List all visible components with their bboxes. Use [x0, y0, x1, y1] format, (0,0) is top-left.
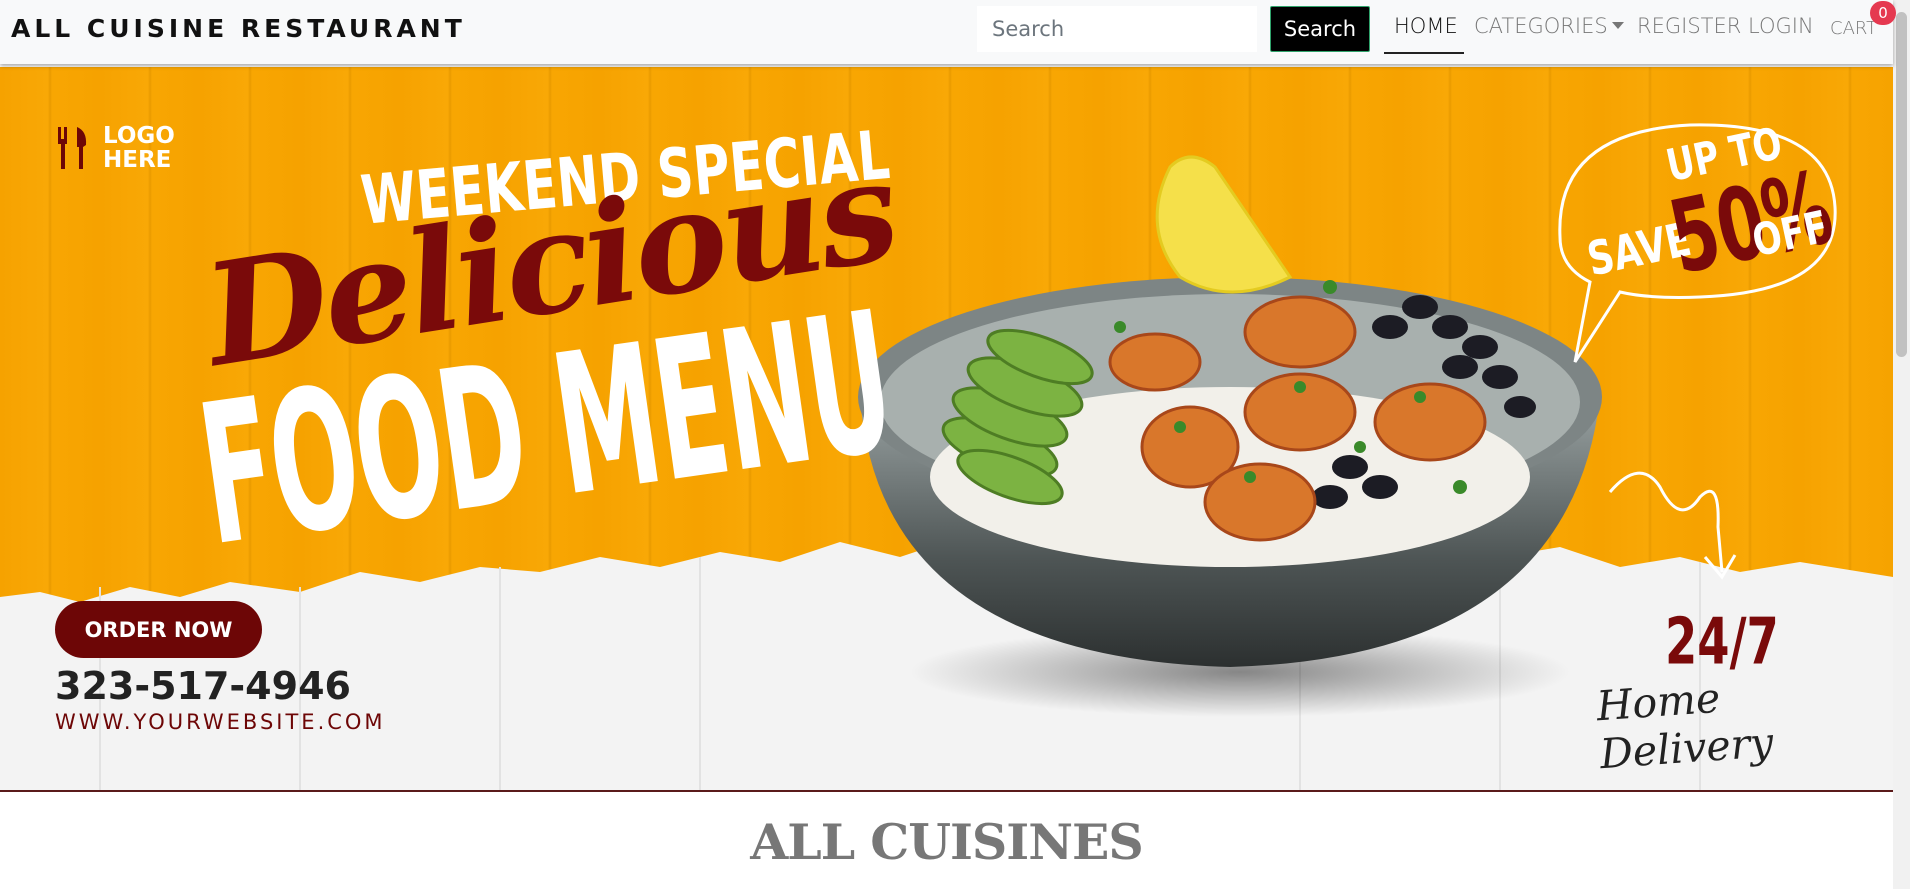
phone-number: 323-517-4946: [55, 664, 351, 708]
nav-home-link[interactable]: HOME: [1394, 14, 1458, 38]
caret-down-icon: [1611, 22, 1624, 29]
cart-count-badge: 0: [1870, 1, 1896, 25]
home-delivery-text: Home Delivery: [1595, 673, 1775, 779]
nav-cart-link[interactable]: CART: [1830, 18, 1877, 39]
hero-banner[interactable]: LOGO HERE WEEKEND SPECIAL Delicious FOOD…: [0, 67, 1895, 792]
nav-categories-label: CATEGORIES: [1474, 14, 1608, 38]
nav-register-link[interactable]: REGISTER: [1637, 14, 1741, 38]
logo-line-1: LOGO: [103, 123, 175, 149]
order-now-button[interactable]: ORDER NOW: [55, 601, 262, 658]
fork-knife-icon: [58, 127, 87, 169]
page-scrollbar[interactable]: [1893, 0, 1910, 889]
hours-text: 24/7: [1665, 604, 1779, 679]
search-input[interactable]: [977, 6, 1257, 52]
website-url: WWW.YOURWEBSITE.COM: [55, 710, 386, 734]
scrollbar-thumb[interactable]: [1896, 12, 1907, 357]
navbar: ALL CUISINE RESTAURANT Search HOME CATEG…: [0, 0, 1896, 64]
site-brand[interactable]: ALL CUISINE RESTAURANT: [11, 14, 466, 43]
nav-login-link[interactable]: LOGIN: [1748, 14, 1814, 38]
section-heading: ALL CUISINES: [750, 813, 1143, 871]
logo-line-2: HERE: [103, 147, 172, 173]
active-link-underline: [1384, 52, 1464, 54]
banner-logo: LOGO HERE: [55, 124, 175, 172]
nav-categories-dropdown[interactable]: CATEGORIES: [1474, 14, 1624, 38]
search-button[interactable]: Search: [1270, 6, 1370, 52]
